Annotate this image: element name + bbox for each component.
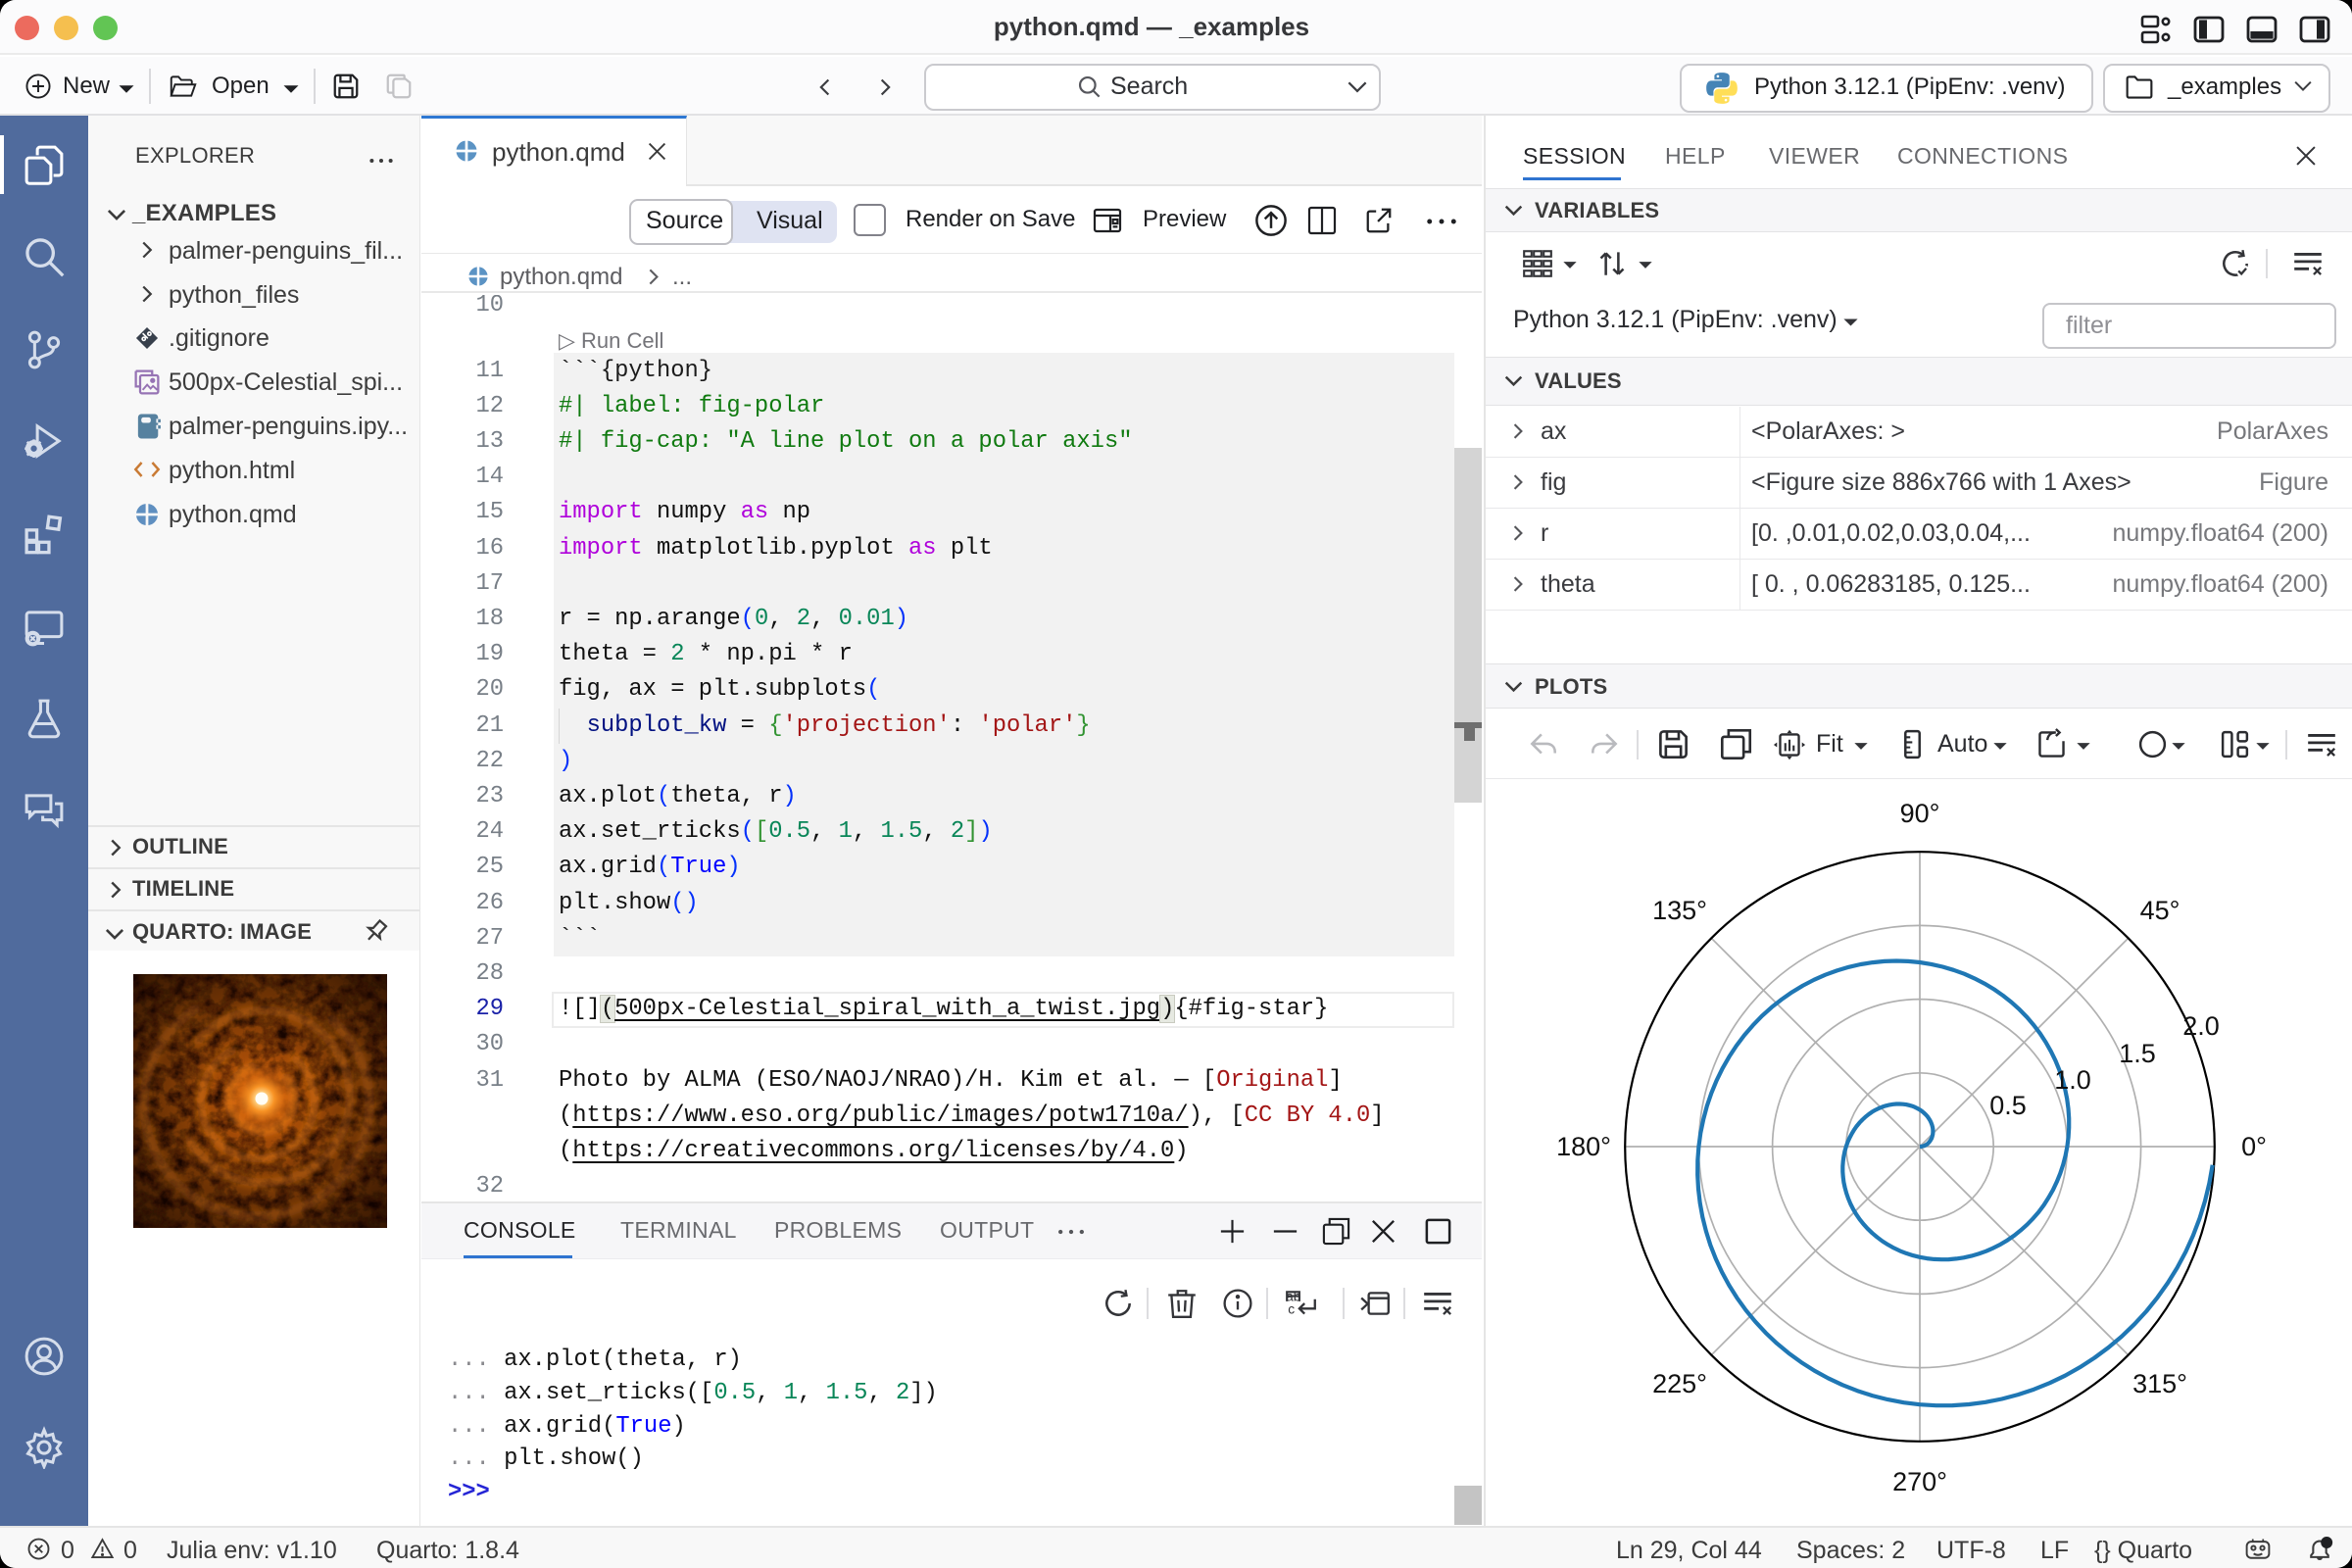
svg-text:0.5: 0.5 [1989, 1091, 2027, 1120]
svg-text:c: c [1288, 1302, 1295, 1317]
svg-text:225°: 225° [1652, 1369, 1707, 1398]
svg-text:180°: 180° [1556, 1132, 1611, 1161]
svg-text:0°: 0° [2241, 1132, 2267, 1161]
svg-text:2.0: 2.0 [2182, 1011, 2220, 1041]
svg-text:90°: 90° [1900, 799, 1940, 828]
svg-text:315°: 315° [2132, 1369, 2187, 1398]
svg-text:135°: 135° [1652, 896, 1707, 925]
svg-text:1.5: 1.5 [2119, 1039, 2156, 1068]
svg-text:1.0: 1.0 [2054, 1065, 2091, 1095]
svg-text:270°: 270° [1892, 1467, 1947, 1496]
svg-text:45°: 45° [2140, 896, 2180, 925]
